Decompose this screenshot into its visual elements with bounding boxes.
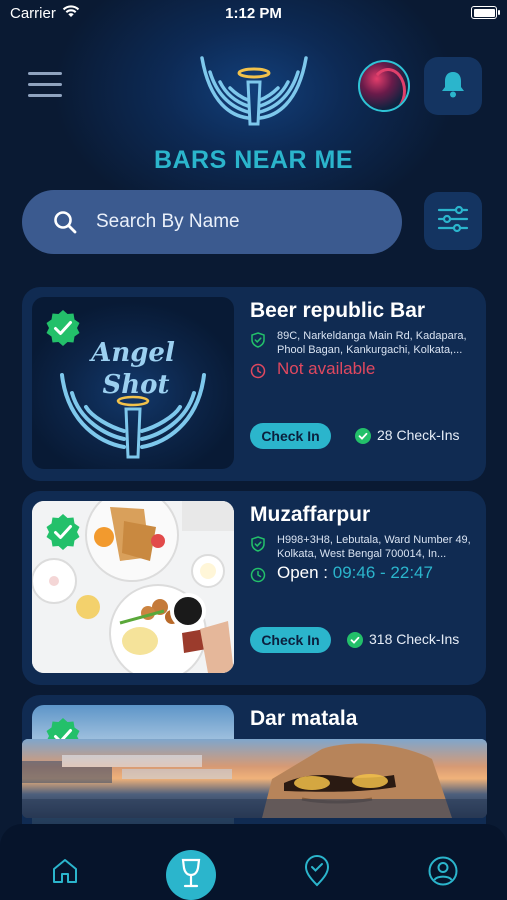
battery-icon (471, 6, 500, 19)
page-title: BARS NEAR ME (153, 146, 354, 174)
bell-icon (440, 70, 466, 103)
clock-icon (250, 567, 266, 583)
clock-icon (250, 363, 266, 379)
check-circle-icon (355, 428, 371, 444)
filter-sliders-icon (437, 205, 469, 238)
logo-text-shot: Shot (102, 370, 169, 400)
screen: Carrier 1:12 PM BARS NEAR ME Search By N… (0, 0, 507, 900)
logo-text-angel: Angel (88, 338, 175, 368)
checkins-count: 28 Check-Ins (377, 427, 460, 443)
bar-name: Dar matala (250, 707, 358, 730)
menu-line-icon (28, 94, 62, 97)
check-in-button[interactable]: Check In (250, 423, 331, 449)
profile-icon (428, 856, 458, 891)
location-check-icon (250, 536, 266, 552)
location-check-icon (250, 332, 266, 348)
angel-wings-logo (196, 46, 312, 128)
open-hours: 09:46 - 22:47 (332, 563, 433, 582)
bar-thumbnail: Angel Shot (32, 297, 234, 469)
bar-address: H998+3H8, Lebutala, Ward Number 49, Kolk… (277, 534, 471, 560)
search-bar[interactable] (22, 190, 402, 254)
home-icon (51, 857, 79, 890)
verified-badge-icon (44, 513, 82, 551)
bar-address: 89C, Narkeldanga Main Rd, Kadapara, Phoo… (277, 330, 467, 356)
bar-card[interactable]: Angel Shot Beer republic Bar 89C, Narkel… (22, 287, 486, 481)
filter-button[interactable] (424, 192, 482, 250)
bottom-navigation (0, 824, 507, 900)
nav-checkins[interactable] (300, 854, 334, 892)
menu-line-icon (28, 83, 62, 86)
verified-badge-icon (44, 309, 82, 347)
availability-status: Not available (277, 359, 376, 378)
bar-name: Muzaffarpur (250, 503, 371, 526)
search-input[interactable] (96, 211, 376, 233)
location-check-icon (303, 854, 331, 892)
hamburger-menu-button[interactable] (28, 72, 62, 98)
status-bar: Carrier 1:12 PM (0, 0, 507, 28)
bar-thumbnail (32, 501, 234, 673)
nav-profile[interactable] (426, 856, 460, 890)
status-time: 1:12 PM (225, 5, 282, 22)
checkins-count: 318 Check-Ins (369, 631, 460, 647)
open-label: Open : (277, 563, 333, 582)
wine-glass-icon (179, 858, 203, 893)
check-circle-icon (347, 632, 363, 648)
opening-hours: Open : 09:46 - 22:47 (277, 563, 433, 583)
ad-banner[interactable] (22, 739, 487, 818)
check-in-button[interactable]: Check In (250, 627, 331, 653)
avatar[interactable] (358, 60, 410, 112)
search-icon (52, 209, 78, 235)
bar-name: Beer republic Bar (250, 299, 426, 322)
nav-bars[interactable] (166, 850, 216, 900)
bar-card[interactable]: Muzaffarpur H998+3H8, Lebutala, Ward Num… (22, 491, 486, 685)
nav-home[interactable] (48, 856, 82, 890)
notifications-button[interactable] (424, 57, 482, 115)
menu-line-icon (28, 72, 62, 75)
